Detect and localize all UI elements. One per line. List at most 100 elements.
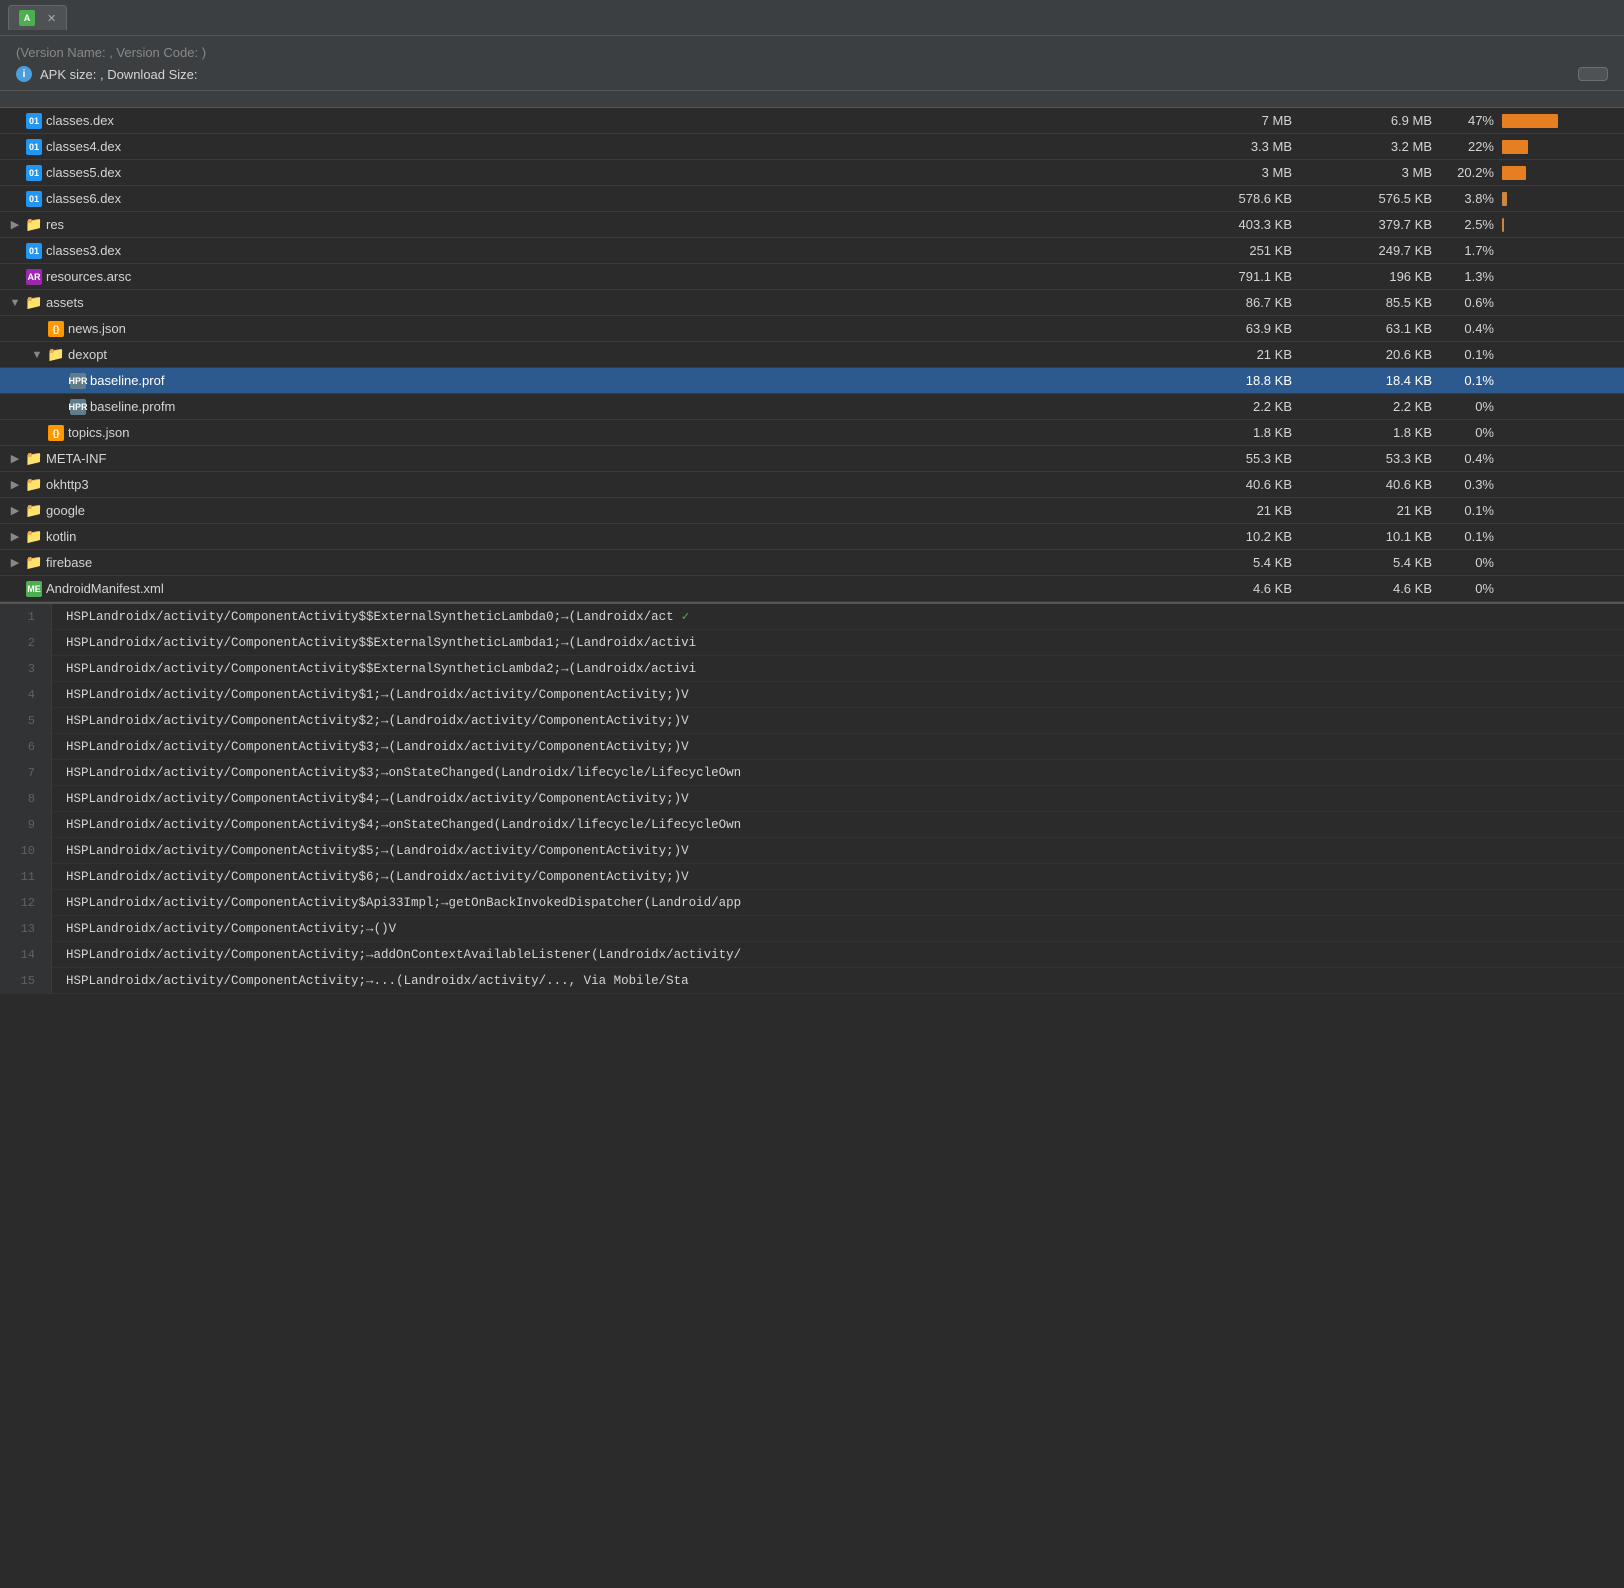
pct-text: 0.4% <box>1444 451 1494 466</box>
pct-bar-container <box>1502 504 1616 518</box>
expand-arrow[interactable]: ▶ <box>8 530 22 544</box>
raw-size: 403.3 KB <box>1164 217 1304 232</box>
json-icon: {} <box>48 321 64 337</box>
expand-arrow[interactable]: ▶ <box>8 556 22 570</box>
file-name-cell: ME AndroidManifest.xml <box>0 581 1164 597</box>
dex-icon: 01 <box>26 191 42 207</box>
table-row[interactable]: ▼ 📁 dexopt 21 KB 20.6 KB 0.1% <box>0 342 1624 368</box>
table-row[interactable]: 01 classes4.dex 3.3 MB 3.2 MB 22% <box>0 134 1624 160</box>
table-row[interactable]: ▶ 📁 okhttp3 40.6 KB 40.6 KB 0.3% <box>0 472 1624 498</box>
dl-size: 249.7 KB <box>1304 243 1444 258</box>
pct-cell: 0.1% <box>1444 347 1624 362</box>
raw-size: 3.3 MB <box>1164 139 1304 154</box>
pct-bar <box>1502 166 1526 180</box>
apk-tab[interactable]: A ✕ <box>8 5 67 30</box>
table-row[interactable]: {} news.json 63.9 KB 63.1 KB 0.4% <box>0 316 1624 342</box>
raw-size: 86.7 KB <box>1164 295 1304 310</box>
pct-cell: 0.4% <box>1444 451 1624 466</box>
app-title: (Version Name: , Version Code: ) <box>16 44 1608 60</box>
pct-cell: 0.1% <box>1444 529 1624 544</box>
pct-text: 22% <box>1444 139 1494 154</box>
close-icon[interactable]: ✕ <box>47 12 56 25</box>
pct-bar-container <box>1502 192 1616 206</box>
expand-arrow[interactable]: ▶ <box>8 478 22 492</box>
code-line: 10 HSPLandroidx/activity/ComponentActivi… <box>0 838 1624 864</box>
dex-icon: 01 <box>26 243 42 259</box>
code-line: 8 HSPLandroidx/activity/ComponentActivit… <box>0 786 1624 812</box>
file-name-cell: 01 classes.dex <box>0 113 1164 129</box>
file-name-cell: ▶ 📁 firebase <box>0 555 1164 571</box>
col-pct <box>1444 97 1624 101</box>
dl-size: 21 KB <box>1304 503 1444 518</box>
raw-size: 63.9 KB <box>1164 321 1304 336</box>
expand-arrow[interactable]: ▶ <box>8 452 22 466</box>
pct-bar <box>1502 192 1507 206</box>
raw-size: 5.4 KB <box>1164 555 1304 570</box>
pct-cell: 0.6% <box>1444 295 1624 310</box>
table-row[interactable]: ▶ 📁 google 21 KB 21 KB 0.1% <box>0 498 1624 524</box>
apk-info-row: i APK size: , Download Size: <box>16 66 1608 82</box>
line-number: 5 <box>0 708 52 734</box>
table-row[interactable]: AR resources.arsc 791.1 KB 196 KB 1.3% <box>0 264 1624 290</box>
file-name: google <box>46 503 85 518</box>
table-row[interactable]: 01 classes5.dex 3 MB 3 MB 20.2% <box>0 160 1624 186</box>
line-number: 9 <box>0 812 52 838</box>
table-row[interactable]: ▶ 📁 META-INF 55.3 KB 53.3 KB 0.4% <box>0 446 1624 472</box>
raw-size: 18.8 KB <box>1164 373 1304 388</box>
pct-text: 0% <box>1444 581 1494 596</box>
dl-size: 20.6 KB <box>1304 347 1444 362</box>
compare-button[interactable] <box>1578 67 1608 81</box>
table-row[interactable]: ▶ 📁 res 403.3 KB 379.7 KB 2.5% <box>0 212 1624 238</box>
pct-bar-container <box>1502 270 1616 284</box>
raw-size: 40.6 KB <box>1164 477 1304 492</box>
line-number: 1 <box>0 604 52 630</box>
code-line: 13 HSPLandroidx/activity/ComponentActivi… <box>0 916 1624 942</box>
pct-bar-container <box>1502 530 1616 544</box>
file-name: res <box>46 217 64 232</box>
app-header: (Version Name: , Version Code: ) i APK s… <box>0 36 1624 91</box>
file-name: classes.dex <box>46 113 114 128</box>
col-dl-size <box>1304 97 1444 101</box>
table-row[interactable]: 01 classes.dex 7 MB 6.9 MB 47% <box>0 108 1624 134</box>
table-row[interactable]: 01 classes6.dex 578.6 KB 576.5 KB 3.8% <box>0 186 1624 212</box>
table-row[interactable]: ▼ 📁 assets 86.7 KB 85.5 KB 0.6% <box>0 290 1624 316</box>
col-file <box>0 97 1164 101</box>
line-number: 6 <box>0 734 52 760</box>
line-number: 7 <box>0 760 52 786</box>
table-row[interactable]: ▶ 📁 kotlin 10.2 KB 10.1 KB 0.1% <box>0 524 1624 550</box>
expand-arrow[interactable]: ▶ <box>8 504 22 518</box>
json-icon: {} <box>48 425 64 441</box>
code-line: 7 HSPLandroidx/activity/ComponentActivit… <box>0 760 1624 786</box>
table-row[interactable]: ▶ 📁 firebase 5.4 KB 5.4 KB 0% <box>0 550 1624 576</box>
tab-icon: A <box>19 10 35 26</box>
code-content: HSPLandroidx/activity/ComponentActivity;… <box>52 968 689 994</box>
pct-cell: 20.2% <box>1444 165 1624 180</box>
dl-size: 1.8 KB <box>1304 425 1444 440</box>
table-row[interactable]: 01 classes3.dex 251 KB 249.7 KB 1.7% <box>0 238 1624 264</box>
dl-size: 10.1 KB <box>1304 529 1444 544</box>
expand-spacer <box>30 426 44 440</box>
dl-size: 4.6 KB <box>1304 581 1444 596</box>
expand-arrow[interactable]: ▼ <box>8 296 22 310</box>
pct-cell: 1.3% <box>1444 269 1624 284</box>
table-row[interactable]: {} topics.json 1.8 KB 1.8 KB 0% <box>0 420 1624 446</box>
raw-size: 1.8 KB <box>1164 425 1304 440</box>
line-number: 2 <box>0 630 52 656</box>
file-name: firebase <box>46 555 92 570</box>
code-line: 14 HSPLandroidx/activity/ComponentActivi… <box>0 942 1624 968</box>
dex-icon: 01 <box>26 113 42 129</box>
expand-arrow[interactable]: ▼ <box>30 348 44 362</box>
raw-size: 55.3 KB <box>1164 451 1304 466</box>
table-row[interactable]: HPR baseline.profm 2.2 KB 2.2 KB 0% <box>0 394 1624 420</box>
info-icon: i <box>16 66 32 82</box>
tab-area: A ✕ <box>8 5 67 30</box>
table-row[interactable]: ME AndroidManifest.xml 4.6 KB 4.6 KB 0% <box>0 576 1624 602</box>
table-row[interactable]: HPR baseline.prof 18.8 KB 18.4 KB 0.1% <box>0 368 1624 394</box>
file-name: classes5.dex <box>46 165 121 180</box>
expand-arrow[interactable]: ▶ <box>8 218 22 232</box>
code-content: HSPLandroidx/activity/ComponentActivity$… <box>52 890 741 916</box>
raw-size: 10.2 KB <box>1164 529 1304 544</box>
pct-cell: 0.1% <box>1444 373 1624 388</box>
file-name: dexopt <box>68 347 107 362</box>
code-content: HSPLandroidx/activity/ComponentActivity$… <box>52 812 741 838</box>
